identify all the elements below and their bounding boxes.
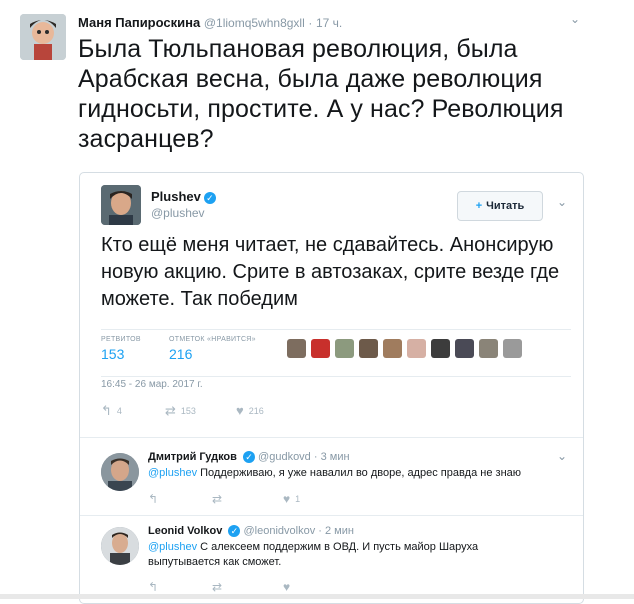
- reply-count: 4: [116, 406, 122, 416]
- follow-button[interactable]: + Читать: [457, 191, 543, 221]
- reply-body: Поддерживаю, я уже навалил во дворе, адр…: [197, 467, 522, 479]
- retweets-stat[interactable]: РЕТВИТОВ 153: [101, 336, 141, 362]
- reply-icon: ↰: [148, 580, 159, 594]
- heart-icon: ♥: [236, 403, 244, 418]
- reply-avatar[interactable]: [101, 453, 139, 491]
- quoted-author-name-text: Plushev: [151, 189, 201, 204]
- reply-icon: ↰: [148, 492, 159, 506]
- quoted-avatar[interactable]: [101, 185, 141, 225]
- separator: ·: [318, 525, 322, 537]
- reply-author-handle[interactable]: @leonidvolkov: [243, 525, 315, 537]
- follow-button-label: Читать: [486, 200, 525, 212]
- reply-chevron-down-icon[interactable]: ⌄: [557, 449, 567, 463]
- reply-actions: ↰ ⇄ ♥ 1: [148, 492, 348, 506]
- reply-author-handle[interactable]: @gudkovd: [258, 451, 311, 463]
- liker-avatar[interactable]: [335, 339, 354, 358]
- reply-mention[interactable]: @plushev: [148, 541, 197, 553]
- avatar-image: [20, 14, 66, 60]
- like-action[interactable]: ♥ 1: [283, 492, 300, 506]
- heart-icon: ♥: [283, 492, 291, 506]
- reply-mention[interactable]: @plushev: [148, 467, 197, 479]
- like-count-small: 216: [248, 405, 264, 416]
- liker-avatar[interactable]: [407, 339, 426, 358]
- author-name[interactable]: Маня Папироскина: [78, 15, 200, 30]
- retweets-count: 153: [101, 346, 125, 362]
- reply-avatar-image: [101, 527, 139, 565]
- liker-avatar[interactable]: [359, 339, 378, 358]
- tweet-time[interactable]: 17 ч.: [316, 16, 342, 30]
- reply-text: @plushev С алексеем поддержим в ОВД. И п…: [148, 540, 508, 570]
- quoted-chevron-down-icon[interactable]: ⌄: [557, 195, 567, 209]
- reply-text: @plushev Поддерживаю, я уже навалил во д…: [148, 466, 568, 481]
- like-action[interactable]: ♥ 216: [236, 403, 264, 418]
- reply-time[interactable]: 3 мин: [321, 451, 350, 463]
- tweet-outer: Маня Папироскина @1liomq5whn8gxll · 17 ч…: [0, 0, 634, 604]
- reply-author-name[interactable]: Leonid Volkov: [148, 525, 222, 537]
- liker-avatar[interactable]: [287, 339, 306, 358]
- quoted-tweet-card[interactable]: Plushev ✓ @plushev + Читать ⌄ Кто ещё мен…: [79, 172, 584, 604]
- separator: ·: [313, 451, 318, 463]
- tweet-header: Маня Папироскина @1liomq5whn8gxll · 17 ч…: [78, 15, 342, 30]
- likes-label: ОТМЕТОК «НРАВИТСЯ»: [169, 336, 256, 343]
- reply-like-count: 1: [295, 494, 301, 504]
- tweet-timestamp[interactable]: 16:45 - 26 мар. 2017 г.: [101, 379, 203, 390]
- tweet-stats: РЕТВИТОВ 153 ОТМЕТОК «НРАВИТСЯ» 216: [101, 329, 571, 377]
- likes-count: 216: [169, 346, 193, 362]
- reply-header: Leonid Volkov ✓ @leonidvolkov · 2 мин: [148, 525, 354, 537]
- quoted-tweet-text: Кто ещё меня читает, не сдавайтесь. Анон…: [101, 234, 560, 310]
- quoted-author-handle[interactable]: @plushev: [151, 206, 205, 220]
- liker-avatar[interactable]: [431, 339, 450, 358]
- add-user-icon: +: [475, 200, 483, 212]
- retweet-icon: ⇄: [212, 492, 223, 506]
- retweet-action[interactable]: ⇄: [212, 492, 222, 506]
- verified-icon: ✓: [242, 451, 255, 463]
- reply-icon: ↰: [101, 403, 112, 418]
- reply-action[interactable]: ↰: [148, 580, 158, 594]
- quoted-avatar-image: [101, 185, 141, 225]
- liker-avatar[interactable]: [311, 339, 330, 358]
- verified-icon: ✓: [203, 192, 216, 204]
- reply-action[interactable]: ↰ 4: [101, 403, 122, 419]
- verified-icon: ✓: [228, 525, 241, 537]
- retweet-count-small: 153: [180, 406, 196, 416]
- retweet-icon: ⇄: [165, 403, 176, 418]
- retweet-icon: ⇄: [212, 580, 223, 594]
- reply-author-name[interactable]: Дмитрий Гудков: [148, 451, 237, 463]
- reply-actions: ↰ ⇄ ♥: [148, 580, 348, 594]
- liker-avatar[interactable]: [383, 339, 402, 358]
- retweet-action[interactable]: ⇄ 153: [165, 403, 196, 419]
- likes-stat[interactable]: ОТМЕТОК «НРАВИТСЯ» 216: [169, 336, 256, 362]
- divider: [80, 437, 583, 438]
- like-action[interactable]: ♥: [283, 580, 290, 594]
- retweets-label: РЕТВИТОВ: [101, 336, 141, 343]
- avatar[interactable]: [20, 14, 66, 60]
- separator: ·: [308, 16, 313, 30]
- reply-body: С алексеем поддержим в ОВД. И пусть майо…: [148, 541, 479, 568]
- author-handle[interactable]: @1liomq5whn8gxll: [204, 16, 305, 30]
- horizontal-scrollbar[interactable]: [0, 594, 634, 599]
- reply-action[interactable]: ↰: [148, 492, 158, 506]
- reply-avatar-image: [101, 453, 139, 491]
- liker-avatar[interactable]: [503, 339, 522, 358]
- reply-header: Дмитрий Гудков ✓ @gudkovd · 3 мин: [148, 451, 350, 463]
- liker-avatar[interactable]: [455, 339, 474, 358]
- reply-avatar[interactable]: [101, 527, 139, 565]
- tweet-actions: ↰ 4 ⇄ 153 ♥ 216: [101, 403, 401, 419]
- reply-time[interactable]: 2 мин: [325, 525, 354, 537]
- heart-icon: ♥: [283, 580, 291, 594]
- liker-avatar[interactable]: [479, 339, 498, 358]
- chevron-down-icon[interactable]: ⌄: [570, 12, 580, 26]
- tweet-text: Была Тюльпановая революция, была Арабска…: [78, 35, 564, 153]
- divider: [80, 515, 583, 516]
- quoted-author-name[interactable]: Plushev ✓: [151, 189, 216, 204]
- retweet-action[interactable]: ⇄: [212, 580, 222, 594]
